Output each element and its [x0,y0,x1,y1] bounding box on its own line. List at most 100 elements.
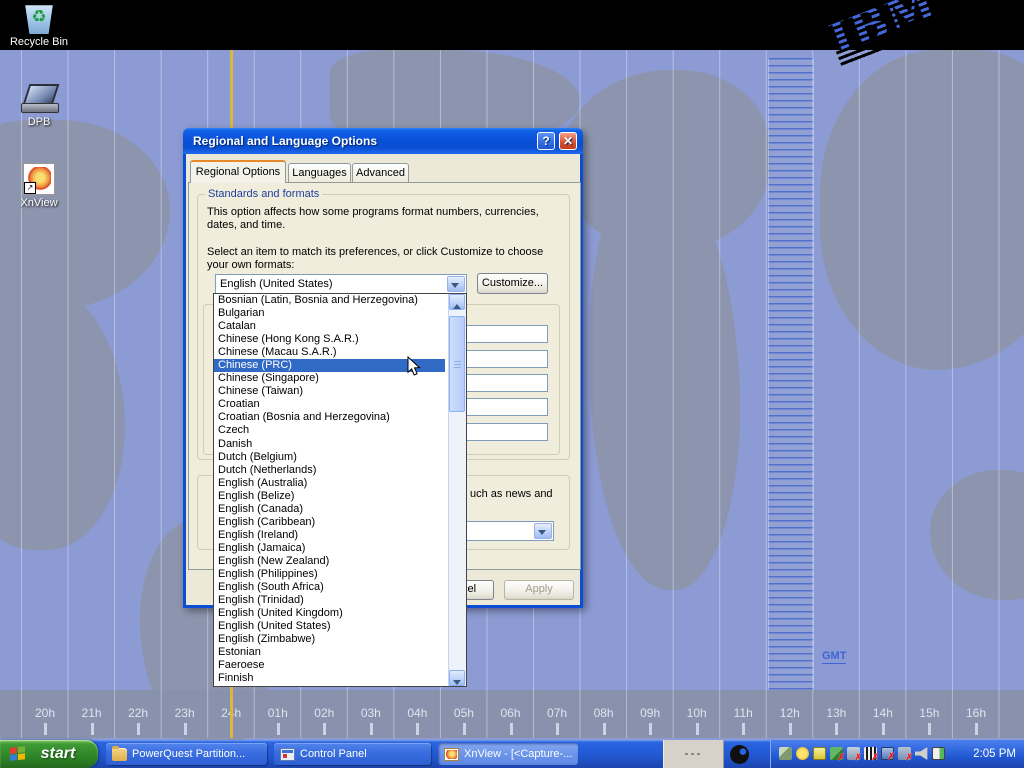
dark-circle-icon[interactable] [730,745,749,764]
language-list-item[interactable]: English (Belize) [214,490,445,503]
list-scrollbar[interactable] [448,294,466,686]
timezone-label: 06h [488,706,534,720]
taskbar-window-buttons: PowerQuest Partition... Control Panel Xn… [106,743,578,765]
desktop-icon-recycle-bin[interactable]: ♻ Recycle Bin [1,2,77,48]
timezone-label: 02h [301,706,347,720]
standards-description: This option affects how some programs fo… [207,206,557,232]
gmt-label: GMT [822,650,846,664]
timezone-label: 09h [627,706,673,720]
top-strip: IBM [0,0,1024,50]
timezone-label: 21h [69,706,115,720]
tray-icons: ✗ ✗ ✗ ✗ ✗ [779,747,945,760]
language-dropdown-list: Bosnian (Latin, Bosnia and Herzegovina)B… [213,293,467,687]
language-list-item[interactable]: Dutch (Belgium) [214,451,445,464]
timezone-label: 04h [394,706,440,720]
recycle-bin-icon: ♻ [24,2,54,34]
language-list-item[interactable]: English (United Kingdom) [214,607,445,620]
remote-connection-offline-icon[interactable]: ✗ [898,747,911,760]
power-meter-icon[interactable] [932,747,945,760]
language-list-item[interactable]: Estonian [214,646,445,659]
chevron-down-icon[interactable] [534,523,552,539]
timezone-label: 12h [767,706,813,720]
chevron-down-icon[interactable] [447,276,465,292]
icon-label: DPB [1,116,77,128]
tab-advanced[interactable]: Advanced [352,163,409,183]
group-title: Standards and formats [205,188,322,200]
regional-and-language-options-dialog: Regional and Language Options ? ✕ Region… [183,128,583,608]
language-list-item[interactable]: English (Philippines) [214,568,445,581]
tab-languages[interactable]: Languages [288,163,351,183]
language-list-item[interactable]: English (Zimbabwe) [214,633,445,646]
taskbar-window-button[interactable]: XnView - [<Capture-... [438,743,578,765]
language-list-item[interactable]: English (Caribbean) [214,516,445,529]
tab-regional-options[interactable]: Regional Options [190,160,286,183]
timezone-label: 03h [348,706,394,720]
taskbar-window-button[interactable]: Control Panel [274,743,431,765]
language-list-item[interactable]: Croatian [214,398,445,411]
folder-icon [112,748,127,761]
format-combo-box[interactable]: English (United States) [215,274,467,294]
apply-button[interactable]: Apply [504,580,574,600]
language-list-item[interactable]: English (Canada) [214,503,445,516]
language-list-item[interactable]: Finnish [214,672,445,685]
new-mail-icon[interactable] [813,747,826,760]
icon-label: Recycle Bin [1,36,77,48]
timezone-label: 07h [534,706,580,720]
windows-xp-desktop: GMT 20h21h22h23h24h01h02h03h04h05h06h07h… [0,0,1024,768]
language-list-item[interactable]: Chinese (Taiwan) [214,385,445,398]
language-list-item[interactable]: English (Ireland) [214,529,445,542]
language-list-item[interactable]: English (Australia) [214,477,445,490]
taskbar-toolbar-dashes[interactable]: --- [663,740,724,768]
taskbar-button-label: PowerQuest Partition... [132,743,245,765]
help-button[interactable]: ? [537,132,555,150]
desktop-icon-dpb[interactable]: DPB [1,84,77,128]
timezone-label: 20h [22,706,68,720]
taskbar: start PowerQuest Partition... Control Pa… [0,740,1024,768]
language-list-item[interactable]: Chinese (Hong Kong S.A.R.) [214,333,445,346]
laptop-icon [19,84,59,114]
close-button[interactable]: ✕ [559,132,577,150]
customize-button[interactable]: Customize... [477,273,548,294]
taskbar-window-button[interactable]: PowerQuest Partition... [106,743,267,765]
timezone-label: 15h [906,706,952,720]
scrollbar-thumb[interactable] [449,316,465,412]
timezone-label: 14h [860,706,906,720]
volume-icon[interactable] [915,747,928,760]
scroll-down-icon[interactable] [449,670,465,686]
safely-remove-hardware-icon[interactable] [779,747,792,760]
language-list-item[interactable]: Dutch (Netherlands) [214,464,445,477]
control-panel-icon [280,748,295,761]
dialog-titlebar[interactable]: Regional and Language Options ? ✕ [183,128,583,154]
network-cable-unplugged-icon[interactable]: ✗ [881,747,894,760]
tray-clock[interactable]: 2:05 PM [973,740,1016,768]
location-text-fragment: uch as news and [470,488,553,501]
desktop-icon-xnview[interactable]: ↗ XnView [1,163,77,209]
language-list-item[interactable]: Danish [214,438,445,451]
language-list-item[interactable]: English (South Africa) [214,581,445,594]
language-list-item[interactable]: Czech [214,424,445,437]
users-offline-icon[interactable]: ✗ [830,747,843,760]
timezone-label: 13h [813,706,859,720]
start-label: start [41,745,76,762]
language-list-item[interactable]: English (United States) [214,620,445,633]
language-list-item[interactable]: Catalan [214,320,445,333]
language-list-item[interactable]: English (New Zealand) [214,555,445,568]
signal-unavailable-icon[interactable]: ✗ [864,747,877,760]
timezone-label: 08h [581,706,627,720]
timezone-label: 11h [720,706,766,720]
timezone-label: 05h [441,706,487,720]
language-list-item[interactable]: Bosnian (Latin, Bosnia and Herzegovina) [214,294,445,307]
scroll-up-icon[interactable] [449,294,465,310]
language-list-item[interactable]: Croatian (Bosnia and Herzegovina) [214,411,445,424]
modem-status-icon[interactable] [796,747,809,760]
mouse-cursor-icon [407,356,421,382]
language-items: Bosnian (Latin, Bosnia and Herzegovina)B… [214,294,466,685]
icon-label: XnView [1,197,77,209]
lan-disconnected-icon[interactable]: ✗ [847,747,860,760]
start-button[interactable]: start [0,740,98,768]
language-list-item[interactable]: Bulgarian [214,307,445,320]
language-list-item[interactable]: Faeroese [214,659,445,672]
language-list-item[interactable]: English (Jamaica) [214,542,445,555]
language-list-item[interactable]: English (Trinidad) [214,594,445,607]
timezone-label: 16h [953,706,999,720]
